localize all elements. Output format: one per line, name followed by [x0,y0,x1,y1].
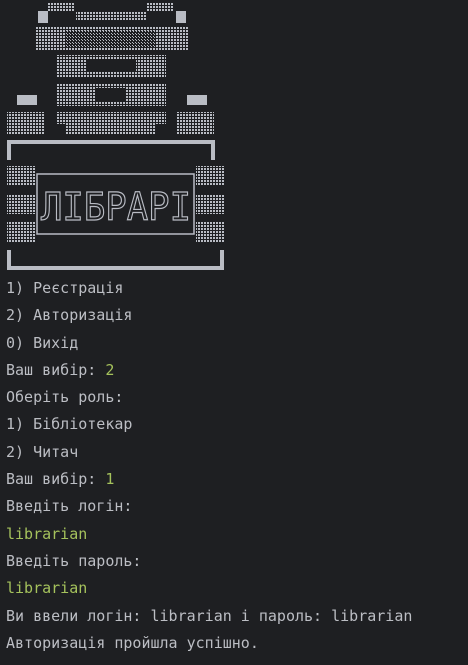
console-line-login-input: librarian [6,521,466,548]
user-input-login: librarian [6,524,88,543]
console-line-choice: Ваш вибір: 2 [6,360,115,379]
user-input-password: librarian [6,579,88,598]
user-input-role: 1 [105,470,115,489]
banner-graphic: ЛІБРАРІ [7,3,224,270]
console-output[interactable]: ЛІБРАРІ 1) Реєстрація 2) Авторизація 0) … [0,0,468,665]
console-line-menu-register: 1) Реєстрація [6,279,124,297]
console-line-menu-exit: 0) Вихід [6,333,79,352]
console-line-password-input: librarian [6,575,466,602]
console-line-menu-login: 2) Авторизація [6,306,133,325]
console-line-choice: Ваш вибір: 1 [6,470,115,489]
console-line-echo-credentials: Ви ввели логін: librarian і пароль: libr… [6,606,413,625]
console-line-enter-login: Введіть логін: [6,497,133,516]
user-input-choice: 2 [105,360,115,379]
console-lines: 1) Реєстрація 2) Авторизація 0) Вихід Ва… [6,275,466,657]
banner-sign-text: ЛІБРАРІ [41,185,191,229]
ascii-art-banner: ЛІБРАРІ [0,0,240,275]
console-line-choose-role: Оберіть роль: [6,388,124,407]
console-line-enter-password: Введіть пароль: [6,551,142,570]
console-line-auth-success: Авторизація пройшла успішно. [6,633,259,652]
console-line-role-reader: 2) Читач [6,442,79,461]
console-line-role-librarian: 1) Бібліотекар [6,415,133,434]
